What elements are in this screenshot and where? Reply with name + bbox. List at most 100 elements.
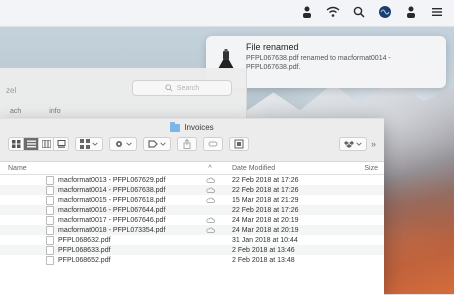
pdf-file-icon	[46, 195, 54, 205]
file-row[interactable]: macformat0016 - PFPL067644.pdf 22 Feb 201…	[0, 205, 384, 215]
user-icon[interactable]	[404, 5, 418, 19]
file-name: macformat0018 - PFPL073354.pdf	[58, 226, 166, 234]
wifi-icon[interactable]	[326, 5, 340, 19]
finder-window: Invoices » Name ^ Date Modified Size mac…	[0, 118, 384, 295]
group-by-button[interactable]	[75, 137, 103, 151]
cloud-icon	[205, 187, 215, 193]
dropbox-button[interactable]	[338, 137, 367, 151]
sort-indicator-icon[interactable]: ^	[200, 165, 220, 172]
search-input[interactable]: Search	[132, 80, 232, 96]
cloud-icon	[205, 217, 215, 223]
file-name: macformat0015 - PFPL067618.pdf	[58, 196, 166, 204]
toolbar-overflow-icon[interactable]: »	[371, 139, 376, 149]
share-button[interactable]	[177, 137, 197, 151]
cloud-status-cell	[200, 197, 220, 203]
file-name-cell: PFPL068632.pdf	[0, 235, 200, 245]
window-title: Invoices	[184, 123, 214, 132]
dropbox-icon	[343, 141, 354, 148]
file-name-cell: PFPL068652.pdf	[0, 255, 200, 265]
chevron-down-icon	[356, 142, 362, 146]
user-icon[interactable]	[300, 5, 314, 19]
date-modified-column-header[interactable]: Date Modified	[220, 165, 338, 172]
notification-body-line2: PFPL067638.pdf.	[246, 64, 301, 71]
pdf-file-icon	[46, 205, 54, 215]
action-button[interactable]	[109, 137, 137, 151]
search-icon	[165, 84, 173, 92]
file-row[interactable]: macformat0018 - PFPL073354.pdf 24 Mar 201…	[0, 225, 384, 235]
file-date-modified: 24 Mar 2018 at 20:19	[232, 216, 299, 224]
file-date-modified: 31 Jan 2018 at 10:44	[232, 236, 298, 244]
file-row[interactable]: macformat0015 - PFPL067618.pdf 15 Mar 201…	[0, 195, 384, 205]
grid-icon	[80, 139, 90, 149]
bg-tab-2[interactable]: info	[49, 108, 60, 115]
view-switcher[interactable]	[8, 137, 69, 151]
preview-icon	[234, 139, 244, 149]
cloud-status-cell	[200, 177, 220, 183]
menu-bar	[0, 0, 454, 27]
list-icon[interactable]	[430, 5, 444, 19]
tag-icon	[148, 140, 158, 148]
column-view-button[interactable]	[39, 138, 54, 150]
file-name: PFPL068632.pdf	[58, 236, 111, 244]
file-name: macformat0016 - PFPL067644.pdf	[58, 206, 166, 214]
file-date-modified: 22 Feb 2018 at 17:26	[232, 186, 299, 194]
edit-tags-button[interactable]	[203, 137, 223, 151]
file-name-cell: macformat0017 - PFPL067646.pdf	[0, 215, 200, 225]
file-name: macformat0013 - PFPL067629.pdf	[58, 176, 166, 184]
file-row[interactable]: PFPL068652.pdf 2 Feb 2018 at 13:48	[0, 255, 384, 265]
file-name-cell: macformat0015 - PFPL067618.pdf	[0, 195, 200, 205]
pdf-file-icon	[46, 235, 54, 245]
file-name: PFPL068633.pdf	[58, 246, 111, 254]
search-placeholder: Search	[176, 84, 200, 92]
file-row[interactable]: PFPL068632.pdf 31 Jan 2018 at 10:44	[0, 235, 384, 245]
finder-titlebar: Invoices »	[0, 119, 384, 162]
cloud-status-cell	[200, 217, 220, 223]
file-name-cell: macformat0016 - PFPL067644.pdf	[0, 205, 200, 215]
file-date-modified: 15 Mar 2018 at 21:29	[232, 196, 299, 204]
search-icon[interactable]	[352, 5, 366, 19]
pdf-file-icon	[46, 185, 54, 195]
file-row[interactable]: macformat0014 - PFPL067638.pdf 22 Feb 201…	[0, 185, 384, 195]
name-column-header[interactable]: Name	[0, 165, 200, 172]
tags-button[interactable]	[143, 137, 171, 151]
file-list: macformat0013 - PFPL067629.pdf 22 Feb 201…	[0, 175, 384, 265]
bg-tab-1[interactable]: ach	[10, 108, 21, 115]
share-icon	[183, 139, 191, 149]
chevron-down-icon	[160, 142, 166, 146]
size-column-header[interactable]: Size	[338, 165, 384, 172]
gallery-view-button[interactable]	[54, 138, 68, 150]
pdf-file-icon	[46, 175, 54, 185]
siri-icon[interactable]	[378, 5, 392, 19]
file-name-cell: macformat0014 - PFPL067638.pdf	[0, 185, 200, 195]
pdf-file-icon	[46, 215, 54, 225]
icon-view-button[interactable]	[9, 138, 24, 150]
folder-icon	[170, 121, 181, 132]
cloud-status-cell	[200, 187, 220, 193]
list-view-button[interactable]	[24, 138, 39, 150]
file-name-cell: macformat0018 - PFPL073354.pdf	[0, 225, 200, 235]
file-row[interactable]: PFPL068633.pdf 2 Feb 2018 at 13:46	[0, 245, 384, 255]
file-row[interactable]: macformat0017 - PFPL067646.pdf 24 Mar 201…	[0, 215, 384, 225]
cloud-icon	[205, 227, 215, 233]
pdf-file-icon	[46, 245, 54, 255]
file-name-cell: macformat0013 - PFPL067629.pdf	[0, 175, 200, 185]
file-date-modified: 2 Feb 2018 at 13:46	[232, 246, 295, 254]
cloud-icon	[205, 197, 215, 203]
cloud-icon	[205, 177, 215, 183]
file-name-cell: PFPL068633.pdf	[0, 245, 200, 255]
file-date-modified: 2 Feb 2018 at 13:48	[232, 256, 295, 264]
gear-icon	[116, 141, 122, 147]
preview-button[interactable]	[229, 137, 249, 151]
file-name: macformat0017 - PFPL067646.pdf	[58, 216, 166, 224]
chevron-down-icon	[92, 142, 98, 146]
pdf-file-icon	[46, 255, 54, 265]
file-date-modified: 24 Mar 2018 at 20:19	[232, 226, 299, 234]
file-row[interactable]: macformat0013 - PFPL067629.pdf 22 Feb 201…	[0, 175, 384, 185]
chevron-down-icon	[126, 142, 132, 146]
file-name: PFPL068652.pdf	[58, 256, 111, 264]
bg-window-text: zel	[6, 86, 17, 95]
column-header: Name ^ Date Modified Size	[0, 162, 384, 175]
pdf-file-icon	[46, 225, 54, 235]
cloud-status-cell	[200, 227, 220, 233]
file-name: macformat0014 - PFPL067638.pdf	[58, 186, 166, 194]
